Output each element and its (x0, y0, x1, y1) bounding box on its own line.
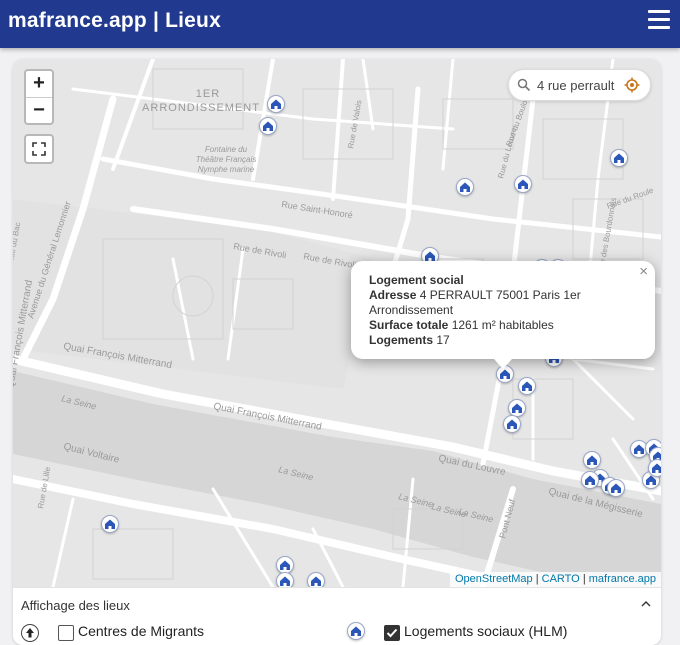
social-housing-marker[interactable] (267, 95, 285, 113)
social-housing-icon (507, 419, 517, 429)
social-housing-icon (263, 121, 273, 131)
attribution-separator-1: | (535, 573, 539, 585)
social-housing-icon (587, 455, 597, 465)
popup-address-label: Adresse (369, 288, 417, 302)
popup-surface-label: Surface totale (369, 318, 449, 332)
social-housing-icon (585, 475, 595, 485)
map-attribution: OpenStreetMap | CARTO | mafrance.app (450, 572, 661, 587)
social-housing-marker[interactable] (276, 572, 294, 587)
social-housing-legend-icon (347, 622, 365, 640)
social-housing-icon (512, 403, 522, 413)
social-housing-icon (500, 369, 510, 379)
popup-close-button[interactable]: × (639, 264, 648, 279)
search-input[interactable] (537, 76, 615, 94)
attribution-separator-2: | (582, 573, 586, 585)
social-housing-marker[interactable] (307, 572, 325, 587)
social-housing-marker[interactable] (648, 459, 661, 477)
popup-logements-label: Logements (369, 333, 434, 347)
social-housing-icon (460, 182, 470, 192)
zoom-control: + − (24, 69, 54, 125)
social-housing-icon (614, 153, 624, 163)
social-housing-marker[interactable] (607, 479, 625, 497)
map-label-district-1: 1ER (196, 88, 220, 100)
checkbox-social-housing[interactable] (384, 625, 400, 641)
social-housing-icon (271, 99, 281, 109)
app-title: mafrance.app | Lieux (8, 9, 221, 32)
popup-content: Logement social Adresse 4 PERRAULT 75001… (369, 273, 631, 348)
search-icon (517, 78, 531, 92)
locate-icon[interactable] (624, 77, 640, 93)
map-card: 1ER ARRONDISSEMENT Fontaine du Théâtre F… (13, 59, 661, 645)
social-housing-marker[interactable] (514, 175, 532, 193)
social-housing-marker[interactable] (101, 515, 119, 533)
info-popup: × Logement social Adresse 4 PERRAULT 750… (351, 261, 655, 369)
popup-logements-value: 17 (436, 333, 450, 347)
map-label-theatre-1: Fontaine du (205, 145, 248, 154)
popup-surface-value: 1261 m² habitables (451, 318, 554, 332)
social-housing-icon (105, 519, 115, 529)
legend-label-migrant-centers: Centres de Migrants (78, 623, 205, 639)
social-housing-marker[interactable] (583, 451, 601, 469)
social-housing-marker[interactable] (581, 471, 599, 489)
social-housing-icon (518, 179, 528, 189)
mafrance-link[interactable]: mafrance.app (589, 573, 656, 585)
legend-panel: Affichage des lieux Centres de Migrants … (13, 587, 661, 645)
social-housing-icon (280, 576, 290, 586)
app-header: mafrance.app | Lieux (0, 0, 680, 48)
hamburger-menu-icon[interactable] (648, 10, 670, 30)
zoom-out-button[interactable]: − (26, 97, 52, 123)
osm-link[interactable]: OpenStreetMap (455, 573, 533, 585)
map-label-theatre-2: Théâtre Français (196, 155, 256, 164)
carto-link[interactable]: CARTO (542, 573, 580, 585)
social-housing-marker[interactable] (610, 149, 628, 167)
checkmark-icon (386, 628, 398, 638)
checkbox-migrant-centers[interactable] (58, 625, 74, 641)
social-housing-icon (611, 483, 621, 493)
social-housing-icon (652, 463, 661, 473)
social-housing-marker[interactable] (503, 415, 521, 433)
zoom-in-button[interactable]: + (26, 71, 52, 97)
legend-label-social-housing: Logements sociaux (HLM) (404, 623, 568, 639)
popup-tip (494, 359, 512, 369)
social-housing-icon (634, 444, 644, 454)
map-label-district-2: ARRONDISSEMENT (142, 102, 260, 114)
popup-title: Logement social (369, 273, 464, 287)
address-search (508, 69, 651, 101)
map-view[interactable]: 1ER ARRONDISSEMENT Fontaine du Théâtre F… (13, 59, 661, 587)
fullscreen-icon (32, 142, 46, 156)
migrant-center-marker-icon (21, 624, 39, 642)
social-housing-icon (280, 560, 290, 570)
social-housing-marker[interactable] (518, 377, 536, 395)
social-housing-marker[interactable] (259, 117, 277, 135)
fullscreen-button[interactable] (24, 134, 54, 164)
social-housing-marker[interactable] (456, 178, 474, 196)
social-housing-icon (522, 381, 532, 391)
chevron-up-icon[interactable] (641, 600, 651, 608)
legend-header[interactable]: Affichage des lieux (21, 598, 130, 613)
map-label-theatre-3: Nymphe marine (198, 165, 255, 174)
social-housing-icon (311, 576, 321, 586)
